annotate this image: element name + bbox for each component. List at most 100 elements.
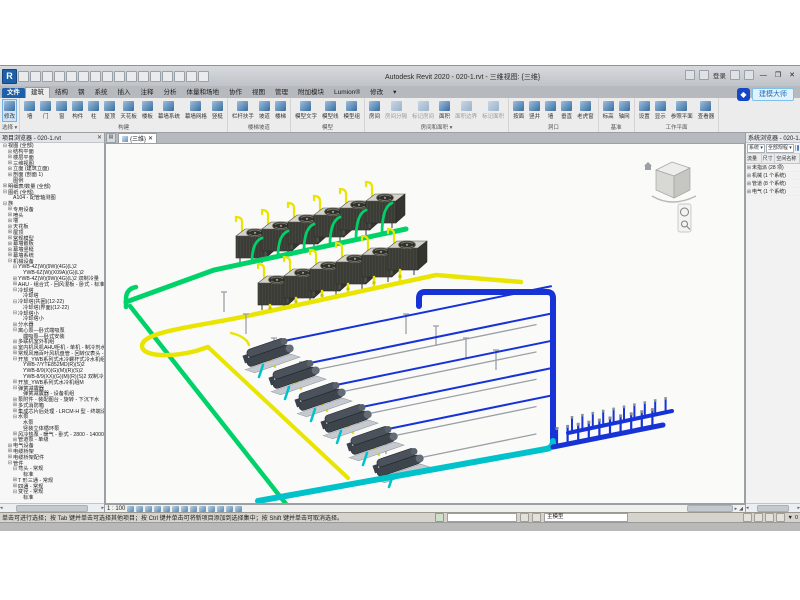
scroll-left-icon[interactable]: ◂ xyxy=(0,505,3,511)
temporary-view-properties-icon[interactable] xyxy=(235,506,242,512)
drawing-area[interactable] xyxy=(105,143,745,504)
scroll-thumb[interactable] xyxy=(757,505,789,512)
column-header-0[interactable]: 流量 xyxy=(746,154,762,163)
scale-control[interactable]: 1 : 100 xyxy=(107,506,125,512)
ribbon-button-竖梃[interactable]: 竖梃 xyxy=(210,99,225,122)
ribbon-panel-label[interactable]: 洞口 xyxy=(511,124,596,132)
system-row[interactable]: ⊞机械 (1 个系统) xyxy=(746,172,800,180)
viewcube[interactable] xyxy=(644,162,696,202)
ribbon-button-参照平面[interactable]: 参照平面 xyxy=(669,99,695,122)
ribbon-button-标记面积[interactable]: 标记面积 xyxy=(480,99,506,122)
select-pinned-icon[interactable] xyxy=(776,513,785,522)
sun-path-icon[interactable] xyxy=(145,506,152,512)
crop-region-visibility-icon[interactable] xyxy=(199,506,206,512)
ribbon-button-墙[interactable]: 墙 xyxy=(543,99,558,122)
system-browser-hscrollbar[interactable]: ◂ ▸ xyxy=(746,503,800,512)
worksets-icon[interactable] xyxy=(532,513,541,522)
column-settings-icon[interactable] xyxy=(797,145,799,151)
file-menu-icon[interactable] xyxy=(18,71,29,82)
undo-icon[interactable] xyxy=(66,71,77,82)
ribbon-button-标高[interactable]: 标高 xyxy=(601,99,616,122)
ribbon-panel-label[interactable]: 模型 xyxy=(293,124,362,132)
crop-view-icon[interactable] xyxy=(190,506,197,512)
tag-by-category-icon[interactable] xyxy=(126,71,137,82)
minimize-button[interactable]: — xyxy=(758,72,769,79)
active-workset-select[interactable] xyxy=(447,513,517,522)
aligned-dimension-icon[interactable] xyxy=(114,71,125,82)
customize-qat-icon[interactable] xyxy=(198,71,209,82)
ribbon-button-栏杆扶手[interactable]: 栏杆扶手 xyxy=(230,99,256,122)
ribbon-tab-13[interactable]: Lumion® xyxy=(329,88,365,98)
system-row[interactable]: ⊞电气 (1 个系统) xyxy=(746,188,800,196)
canvas-hscroll-thumb[interactable] xyxy=(687,505,733,512)
ribbon-tab-4[interactable]: 系统 xyxy=(90,88,113,98)
detail-level-icon[interactable] xyxy=(127,506,134,512)
riser-manifold-blue[interactable] xyxy=(553,397,672,447)
ribbon-panel-label[interactable]: 房间和面积 ▾ xyxy=(367,124,506,132)
search-icon[interactable] xyxy=(685,70,695,80)
ribbon-button-坡道[interactable]: 坡道 xyxy=(257,99,272,122)
render-gallery-icon[interactable] xyxy=(181,506,188,512)
ribbon-button-面积[interactable]: 面积 xyxy=(437,99,452,122)
system-row[interactable]: ⊞管道 (8 个系统) xyxy=(746,180,800,188)
ribbon-tab-5[interactable]: 插入 xyxy=(113,88,136,98)
ribbon-button-垂直[interactable]: 垂直 xyxy=(559,99,574,122)
ribbon-button-天花板[interactable]: 天花板 xyxy=(118,99,139,122)
section-icon[interactable] xyxy=(162,71,173,82)
ribbon-button-房间[interactable]: 房间 xyxy=(367,99,382,122)
ribbon-tab-2[interactable]: 结构 xyxy=(50,88,73,98)
ribbon-button-模型文字[interactable]: 模型文字 xyxy=(293,99,319,122)
scroll-left-icon[interactable]: ◂ xyxy=(746,505,749,511)
system-browser-view-select[interactable]: 系统 ▾ xyxy=(747,144,765,153)
system-browser-header[interactable]: 系统浏览器 - 020-1.rvt ✕ xyxy=(746,133,800,143)
reveal-hidden-elements-icon[interactable] xyxy=(226,506,233,512)
ribbon-button-老虎窗[interactable]: 老虎窗 xyxy=(575,99,596,122)
ribbon-tab-10[interactable]: 视图 xyxy=(247,88,270,98)
home-icon[interactable] xyxy=(644,162,652,170)
save-icon[interactable] xyxy=(42,71,53,82)
close-hidden-windows-icon[interactable] xyxy=(186,71,197,82)
shadows-icon[interactable] xyxy=(154,506,161,512)
view-tabs-menu-icon[interactable]: ▤ xyxy=(106,133,116,143)
ribbon-tab-12[interactable]: 附加模块 xyxy=(293,88,329,98)
signin-label[interactable]: 登录 xyxy=(713,70,726,80)
ribbon-button-按面[interactable]: 按面 xyxy=(511,99,526,122)
project-browser-hscrollbar[interactable]: ◂ ▸ xyxy=(0,503,104,512)
ribbon-button-窗[interactable]: 窗 xyxy=(54,99,69,122)
ribbon-tab-0[interactable]: 文件 xyxy=(2,88,25,98)
ribbon-button-修改[interactable]: 修改 xyxy=(2,99,17,122)
lock-3d-view-icon[interactable] xyxy=(208,506,215,512)
text-icon[interactable] xyxy=(138,71,149,82)
ribbon-button-柱[interactable]: 柱 xyxy=(86,99,101,122)
ribbon-button-面积边界[interactable]: 面积边界 xyxy=(453,99,479,122)
ribbon-button-楼板[interactable]: 楼板 xyxy=(140,99,155,122)
ribbon-panel-label[interactable]: 工作平面 xyxy=(637,124,717,132)
plugin-icon[interactable]: ◆ xyxy=(737,88,750,101)
press-drag-icon[interactable] xyxy=(754,513,763,522)
ribbon-tab-3[interactable]: 钢 xyxy=(73,88,90,98)
design-option-select[interactable]: 主模型 xyxy=(544,513,628,522)
system-row[interactable]: ⊞未指派 (28 项) xyxy=(746,164,800,172)
render-in-cloud-icon[interactable] xyxy=(172,506,179,512)
ribbon-tab-14[interactable]: 修改 xyxy=(365,88,388,98)
close-button[interactable]: ✕ xyxy=(787,71,797,79)
ribbon-button-幕墙系统[interactable]: 幕墙系统 xyxy=(156,99,182,122)
ribbon-button-模型线[interactable]: 模型线 xyxy=(320,99,341,122)
resize-grip-icon[interactable]: ◢ xyxy=(739,506,743,512)
exclude-options-icon[interactable] xyxy=(743,513,752,522)
open-icon[interactable] xyxy=(30,71,41,82)
ribbon-button-构件[interactable]: 构件 xyxy=(70,99,85,122)
plugin-badge[interactable]: ◆ 建模大师 xyxy=(737,87,794,101)
tree-item[interactable]: 标准 xyxy=(0,495,104,501)
ribbon-panel-label[interactable]: 基准 xyxy=(601,124,632,132)
ribbon-button-轴网[interactable]: 轴网 xyxy=(617,99,632,122)
ribbon-button-幕墙网格[interactable]: 幕墙网格 xyxy=(183,99,209,122)
sync-with-central-icon[interactable] xyxy=(54,71,65,82)
ribbon-panel-label[interactable]: 构建 xyxy=(22,124,225,132)
cooling-water-pipe-yellow[interactable] xyxy=(142,270,521,478)
ribbon-panel-label[interactable]: 选择 ▾ xyxy=(2,124,17,132)
ribbon-button-模型组[interactable]: 模型组 xyxy=(341,99,362,122)
default-3d-view-icon[interactable] xyxy=(150,71,161,82)
project-browser-close-icon[interactable]: ✕ xyxy=(97,134,102,141)
column-header-2[interactable]: 空间名称 xyxy=(775,154,800,163)
